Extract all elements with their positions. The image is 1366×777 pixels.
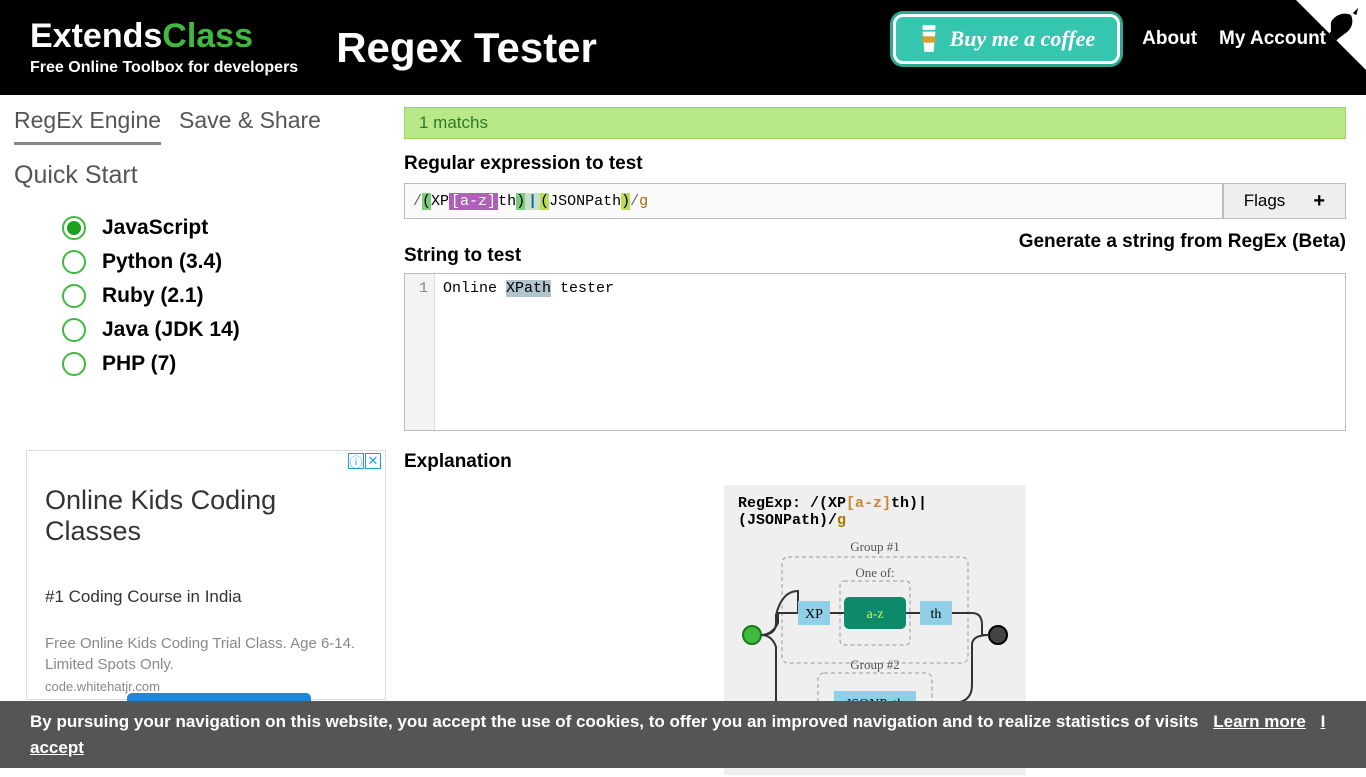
ad-close-icon[interactable]: ✕ — [365, 453, 381, 469]
svg-text:Group #2: Group #2 — [850, 657, 899, 672]
brand-suffix: Class — [162, 17, 253, 55]
buy-coffee-button[interactable]: Buy me a coffee — [893, 14, 1121, 64]
cookie-banner: By pursuing your navigation on this webs… — [0, 701, 1366, 768]
engine-ruby[interactable]: Ruby (2.1) — [62, 284, 404, 308]
radio-icon — [62, 318, 86, 342]
regex-label: Regular expression to test — [404, 153, 1346, 175]
sidebar: RegEx Engine Save & Share Quick Start Ja… — [14, 107, 404, 775]
ad-desc1: Free Online Kids Coding Trial Class. Age… — [45, 635, 367, 652]
regex-input[interactable]: /(XP[a-z]th)|(JSONPath)/g — [404, 183, 1223, 219]
page-title: Regex Tester — [336, 24, 597, 72]
brand-prefix: Extends — [30, 17, 162, 55]
coffee-label: Buy me a coffee — [950, 26, 1096, 52]
end-node — [989, 626, 1007, 644]
svg-text:th: th — [931, 607, 942, 622]
engine-javascript[interactable]: JavaScript — [62, 216, 404, 240]
ad-desc2: Limited Spots Only. — [45, 656, 367, 673]
brand[interactable]: ExtendsClass Free Online Toolbox for dev… — [30, 19, 298, 77]
ad-card[interactable]: ⓘ✕ Online Kids Coding Classes #1 Coding … — [26, 450, 386, 700]
test-string-input[interactable]: 1 Online XPath tester — [404, 273, 1346, 431]
tab-save-share[interactable]: Save & Share — [179, 107, 321, 145]
explanation-label: Explanation — [404, 451, 1346, 473]
generate-link[interactable]: Generate a string from RegEx (Beta) — [1019, 231, 1346, 267]
tab-regex-engine[interactable]: RegEx Engine — [14, 107, 161, 145]
svg-text:Group #1: Group #1 — [850, 539, 899, 554]
ad-title: Online Kids Coding Classes — [45, 485, 367, 547]
test-label: String to test — [404, 245, 521, 267]
radio-icon — [62, 284, 86, 308]
radio-icon — [62, 250, 86, 274]
brand-subtitle: Free Online Toolbox for developers — [30, 59, 298, 77]
radio-icon — [62, 352, 86, 376]
line-gutter: 1 — [405, 274, 435, 430]
svg-text:XP: XP — [805, 607, 823, 622]
engine-python[interactable]: Python (3.4) — [62, 250, 404, 274]
engine-php[interactable]: PHP (7) — [62, 352, 404, 376]
engine-list: JavaScript Python (3.4) Ruby (2.1) Java … — [14, 216, 404, 376]
header: ExtendsClass Free Online Toolbox for dev… — [0, 0, 1366, 95]
match-status: 1 matchs — [404, 107, 1346, 139]
ad-url: code.whitehatjr.com — [45, 679, 367, 694]
plus-icon: + — [1313, 190, 1325, 213]
flags-button[interactable]: Flags + — [1223, 183, 1346, 219]
ad-subtitle: #1 Coding Course in India — [45, 587, 367, 607]
quick-start-heading: Quick Start — [14, 161, 404, 190]
account-link[interactable]: My Account — [1219, 28, 1326, 50]
coffee-cup-icon — [918, 25, 940, 53]
engine-java[interactable]: Java (JDK 14) — [62, 318, 404, 342]
ad-info-icon[interactable]: ⓘ — [348, 453, 364, 469]
match-highlight: XPath — [506, 280, 551, 297]
start-node — [743, 626, 761, 644]
about-link[interactable]: About — [1142, 28, 1197, 50]
svg-text:One of:: One of: — [855, 565, 894, 580]
learn-more-link[interactable]: Learn more — [1213, 712, 1306, 731]
main: 1 matchs Regular expression to test /(XP… — [404, 107, 1366, 775]
svg-text:a-z: a-z — [866, 607, 883, 622]
radio-icon — [62, 216, 86, 240]
